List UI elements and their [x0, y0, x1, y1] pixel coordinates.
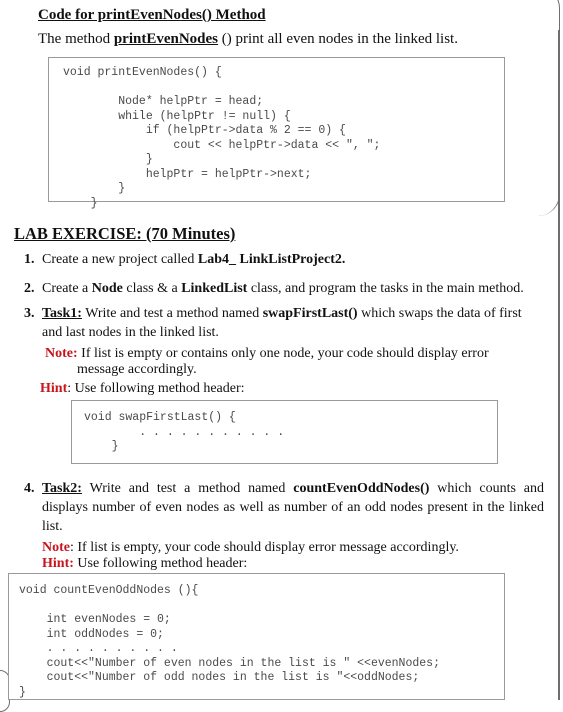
item-text: Write and test a method named [81, 481, 294, 496]
code-block-swap-first-last: void swapFirstLast() { . . . . . . . . .… [71, 400, 498, 464]
method-name: swapFirstLast() [262, 306, 358, 321]
page-frame-right-edge [558, 30, 560, 700]
task-label: Task1: [42, 306, 82, 321]
list-item-4: 4. Task2: Write and test a method named … [24, 479, 544, 536]
method-name: countEvenOddNodes() [293, 481, 430, 496]
item-text: Write and test a method named [81, 306, 263, 321]
intro-method-name: printEvenNodes [113, 31, 219, 47]
hint-label: Hint: [42, 556, 74, 571]
code-block-print-even-nodes: void printEvenNodes() { Node* helpPtr = … [48, 57, 505, 210]
code-text: void countEvenOddNodes (){ int evenNodes… [19, 584, 440, 699]
hint-text: Use following method header: [73, 556, 248, 571]
task1-note: Note: If list is empty or contains only … [45, 346, 515, 378]
lab-exercise-heading: LAB EXERCISE: (70 Minutes) [14, 224, 236, 243]
code-text: void printEvenNodes() { Node* helpPtr = … [63, 66, 381, 210]
item-number: 1. [24, 252, 35, 267]
task2-note: Note: If list is empty, your code should… [42, 540, 459, 556]
item-text: class & a [122, 281, 182, 296]
note-label: Note [42, 540, 70, 555]
project-name: Lab4_ LinkListProject2. [197, 252, 346, 267]
list-item-3: 3. Task1: Write and test a method named … [24, 304, 544, 342]
task1-hint: Hint: Use following method header: [40, 381, 245, 397]
item-number: 2. [24, 281, 35, 296]
hint-text: : Use following method header: [67, 381, 245, 396]
item-text: Create a new project called [42, 252, 198, 267]
item-text: class, and program the tasks in the main… [247, 281, 524, 296]
task2-hint: Hint: Use following method header: [42, 556, 247, 572]
list-item-2: 2. Create a Node class & a LinkedList cl… [24, 279, 554, 298]
item-number: 3. [24, 306, 35, 321]
item-text: Create a [42, 281, 92, 296]
code-block-count-even-odd-nodes: void countEvenOddNodes (){ int evenNodes… [8, 573, 505, 700]
note-continuation: message accordingly. [77, 362, 197, 377]
code-text: void swapFirstLast() { . . . . . . . . .… [84, 411, 285, 453]
section-heading: Code for printEvenNodes() Method [38, 7, 266, 23]
note-label: Note: [45, 346, 78, 361]
list-item-1: 1. Create a new project called Lab4_ Lin… [24, 250, 544, 269]
intro-prefix: The method [38, 31, 114, 47]
class-name-linkedlist: LinkedList [181, 281, 248, 296]
note-text: If list is empty or contains only one no… [77, 346, 489, 361]
item-number: 4. [24, 481, 35, 496]
note-text: : If list is empty, your code should dis… [70, 540, 459, 555]
section-intro: The method printEvenNodes () print all e… [38, 31, 458, 48]
class-name-node: Node [91, 281, 123, 296]
task-label: Task2: [42, 481, 82, 496]
hint-label: Hint [40, 381, 68, 396]
intro-suffix: () print all even nodes in the linked li… [218, 31, 458, 47]
